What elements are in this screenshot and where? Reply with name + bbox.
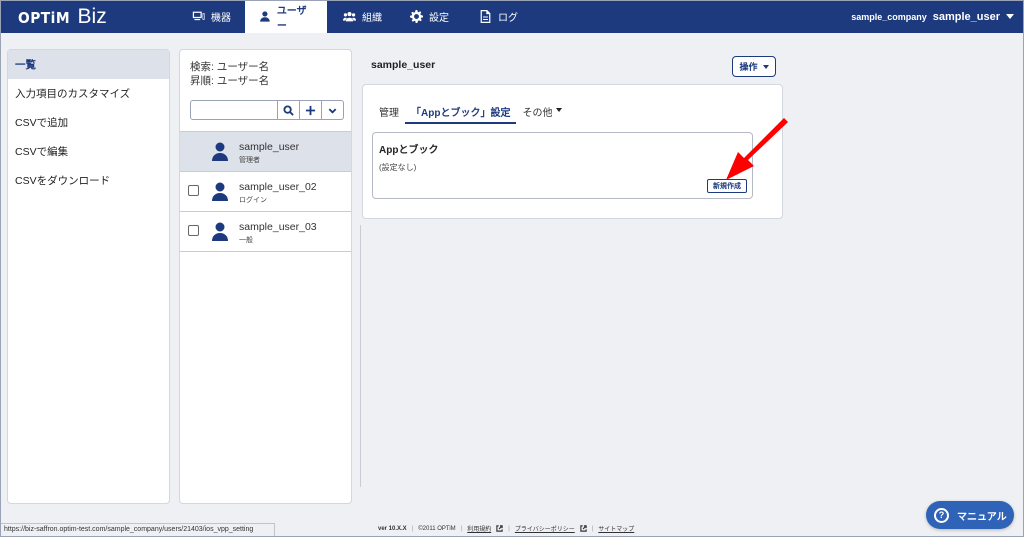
user-avatar-icon — [212, 142, 228, 161]
user-list-item[interactable]: sample_user 管理者 — [180, 132, 351, 172]
tab-other[interactable]: その他 — [516, 98, 568, 124]
caret-down-icon — [762, 64, 769, 69]
external-link-icon — [496, 525, 503, 532]
search-button[interactable] — [278, 100, 300, 120]
search-condition-label: 検索: ユーザー名 — [190, 61, 270, 73]
search-input[interactable] — [190, 100, 278, 120]
account-menu[interactable]: sample_company sample_user — [851, 0, 1014, 33]
detail-tabs: 管理 「Appとブック」設定 その他 — [373, 98, 568, 124]
nav-settings-label: 設定 — [429, 13, 449, 24]
sitemap-link[interactable]: サイトマップ — [598, 524, 634, 533]
terms-link[interactable]: 利用規約 — [467, 524, 491, 533]
user-name: sample_user_02 — [239, 181, 317, 193]
nav-users-label: ユーザー — [276, 5, 307, 32]
search-options-button[interactable] — [322, 100, 344, 120]
nav-logs-label: ログ — [498, 13, 518, 24]
card-title: Appとブック — [379, 145, 439, 156]
user-list-item[interactable]: sample_user_02 ログイン — [180, 172, 351, 212]
nav-settings[interactable]: 設定 — [396, 0, 463, 33]
user-role: 管理者 — [239, 157, 260, 164]
sort-condition-label: 昇順: ユーザー名 — [190, 75, 270, 87]
sidebar-item-csv-download[interactable]: CSVをダウンロード — [8, 166, 169, 195]
user-select-checkbox[interactable] — [188, 225, 199, 236]
annotation-arrow-icon — [726, 118, 788, 180]
tab-management[interactable]: 管理 — [373, 98, 405, 124]
sidebar-menu: 一覧 入力項目のカスタマイズ CSVで追加 CSVで編集 CSVをダウンロード — [7, 49, 170, 504]
search-controls — [190, 100, 344, 120]
footer-separator: | — [508, 525, 510, 532]
sidebar-item-customize-fields[interactable]: 入力項目のカスタマイズ — [8, 79, 169, 108]
tab-label: その他 — [522, 108, 553, 119]
user-detail-panel: 管理 「Appとブック」設定 その他 Appとブック (設定なし) 新規作成 — [362, 84, 783, 219]
gear-icon — [410, 10, 423, 23]
user-list-item[interactable]: sample_user_03 一般 — [180, 212, 351, 252]
card-empty-text: (設定なし) — [379, 163, 417, 172]
add-user-button[interactable] — [300, 100, 322, 120]
user-avatar-icon — [212, 182, 228, 201]
user-role: ログイン — [239, 197, 267, 204]
user-avatar-icon — [212, 222, 228, 241]
privacy-policy-link[interactable]: プライバシーポリシー — [515, 524, 575, 533]
user-select-checkbox[interactable] — [188, 185, 199, 196]
caret-down-icon — [556, 108, 563, 112]
nav-devices[interactable]: 機器 — [178, 0, 245, 33]
company-name: sample_company — [851, 11, 927, 22]
sidebar-item-label: CSVで追加 — [15, 117, 69, 129]
group-icon — [343, 12, 356, 22]
browser-status-url: https://biz-saffron.optim-test.com/sampl… — [0, 523, 275, 537]
help-icon: ? — [934, 507, 949, 523]
search-info: 検索: ユーザー名 昇順: ユーザー名 — [180, 50, 351, 88]
nav-logs[interactable]: ログ — [463, 0, 532, 33]
sidebar-item-csv-edit[interactable]: CSVで編集 — [8, 137, 169, 166]
plus-icon — [305, 105, 316, 115]
operations-dropdown-button[interactable]: 操作 — [732, 56, 776, 77]
sidebar-item-label: 入力項目のカスタマイズ — [15, 88, 131, 100]
sidebar-item-label: CSVで編集 — [15, 146, 69, 158]
sidebar-item-label: 一覧 — [15, 59, 36, 71]
nav-organization[interactable]: 組織 — [327, 0, 396, 33]
user-name: sample_user_03 — [239, 221, 317, 233]
nav-devices-label: 機器 — [211, 13, 231, 24]
logo-product: Biz — [77, 5, 107, 28]
user-list: sample_user 管理者 sample_user_02 ログイン samp… — [180, 131, 351, 252]
optim-biz-logo[interactable]: OPTiM Biz — [18, 5, 107, 28]
search-icon — [283, 104, 294, 116]
footer-separator: | — [591, 525, 594, 532]
user-role: 一般 — [239, 237, 253, 244]
copyright-text: ©2011 OPTiM — [418, 525, 456, 532]
page-footer: ver 10.X.X | ©2011 OPTiM | 利用規約 | プライバシー… — [378, 524, 634, 533]
main-nav: 機器 ユーザー 組織 設定 ログ — [178, 0, 532, 33]
document-icon — [480, 10, 491, 23]
footer-separator: | — [460, 525, 463, 532]
version-text: ver 10.X.X — [378, 525, 407, 532]
user-name: sample_user — [239, 141, 300, 153]
nav-users[interactable]: ユーザー — [245, 0, 327, 33]
page-title: sample_user — [371, 59, 436, 71]
monitor-icon — [192, 11, 205, 21]
sidebar-item-list[interactable]: 一覧 — [8, 50, 169, 79]
chevron-down-icon — [1006, 14, 1014, 19]
footer-separator: | — [411, 525, 414, 532]
tab-label: 管理 — [379, 108, 399, 119]
chevron-down-icon — [328, 107, 337, 114]
nav-organization-label: 組織 — [362, 13, 382, 24]
manual-button[interactable]: ? マニュアル — [926, 501, 1014, 529]
tab-app-book-settings[interactable]: 「Appとブック」設定 — [405, 98, 517, 124]
tab-label: 「Appとブック」設定 — [411, 108, 511, 119]
operations-label: 操作 — [739, 62, 758, 72]
top-navigation-bar: OPTiM Biz 機器 ユーザー 組織 設定 ログ sample_compan… — [0, 0, 1024, 33]
content-divider — [360, 225, 361, 487]
sidebar-item-csv-add[interactable]: CSVで追加 — [8, 108, 169, 137]
logo-brand: OPTiM — [18, 9, 71, 27]
sidebar-item-label: CSVをダウンロード — [15, 175, 111, 187]
manual-label: マニュアル — [957, 511, 1007, 523]
external-link-icon — [580, 525, 587, 532]
user-icon — [260, 11, 270, 22]
user-list-panel: 検索: ユーザー名 昇順: ユーザー名 sample_user 管理者 samp… — [179, 49, 352, 504]
app-book-card: Appとブック (設定なし) 新規作成 — [372, 132, 753, 199]
account-username: sample_user — [932, 10, 1000, 23]
